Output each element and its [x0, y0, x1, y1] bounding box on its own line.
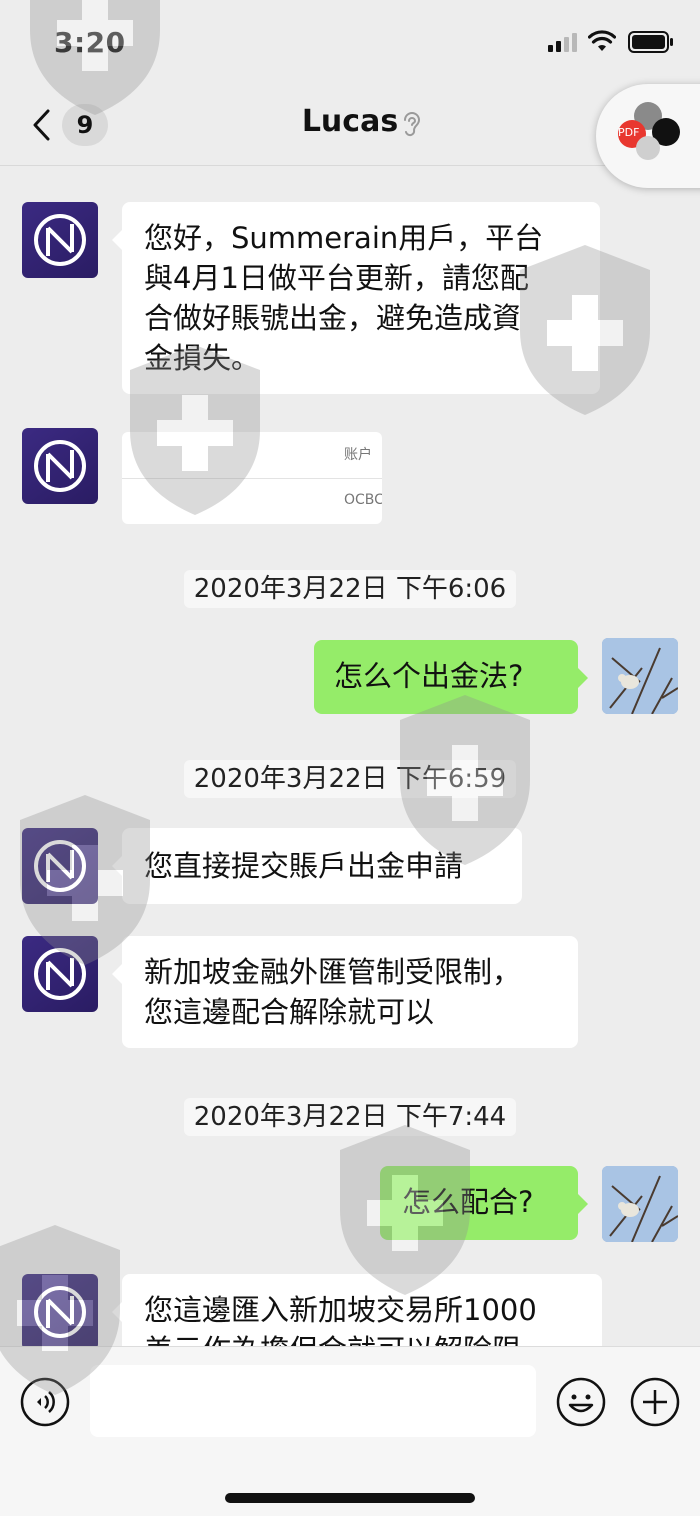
time-stamp: 2020年3月22日 下午6:06	[0, 570, 700, 608]
brand-logo-icon	[34, 948, 86, 1000]
message-text: 新加坡金融外匯管制受限制， 您這邊配合解除就可以	[144, 955, 522, 1029]
incoming-message[interactable]: 您這邊匯入新加坡交易所1000 美元作為擔保金就可以解除限	[112, 1274, 602, 1346]
my-avatar[interactable]	[602, 638, 678, 714]
brand-logo-icon	[34, 440, 86, 492]
time-stamp: 2020年3月22日 下午7:44	[0, 1098, 700, 1136]
time-stamp-text: 2020年3月22日 下午7:44	[183, 1098, 517, 1136]
ear-icon	[404, 112, 421, 137]
contact-avatar[interactable]	[22, 202, 98, 278]
emoji-icon[interactable]	[556, 1377, 606, 1427]
chat-title[interactable]: Lucas	[0, 104, 700, 139]
time-stamp-text: 2020年3月22日 下午6:06	[183, 570, 517, 608]
image-label-account: 账户	[344, 447, 372, 463]
bird-photo-icon	[602, 638, 678, 714]
time-stamp: 2020年3月22日 下午6:59	[0, 760, 700, 798]
message-text: 您好，Summerain用戶，平台 與4月1日做平台更新，請您配 合做好賬號出金…	[144, 221, 544, 375]
battery-icon	[628, 31, 673, 53]
home-indicator[interactable]	[225, 1493, 475, 1503]
chat-nav-bar: 9 Lucas PDF	[0, 84, 700, 188]
incoming-message[interactable]: 新加坡金融外匯管制受限制， 您這邊配合解除就可以	[112, 936, 578, 1048]
message-text: 怎么个出金法?	[334, 659, 524, 693]
contact-avatar[interactable]	[22, 428, 98, 504]
signal-icon	[548, 33, 577, 52]
message-input[interactable]	[90, 1365, 536, 1437]
message-text: 怎么配合?	[402, 1185, 534, 1219]
voice-icon[interactable]	[20, 1377, 70, 1427]
incoming-message[interactable]: 您直接提交賬戶出金申請	[112, 828, 522, 904]
plus-icon[interactable]	[630, 1377, 680, 1427]
brand-logo-icon	[34, 1286, 86, 1338]
image-label-bank: OCBC	[344, 492, 382, 508]
floating-pdf-label: PDF	[618, 126, 640, 139]
image-divider	[122, 478, 382, 479]
status-bar: 3:20	[0, 0, 700, 84]
incoming-message[interactable]: 您好，Summerain用戶，平台 與4月1日做平台更新，請您配 合做好賬號出金…	[112, 202, 600, 394]
brand-logo-icon	[34, 840, 86, 892]
bird-photo-icon	[602, 1166, 678, 1242]
wifi-icon	[588, 30, 616, 51]
time-stamp-text: 2020年3月22日 下午6:59	[183, 760, 517, 798]
image-message[interactable]: 账户 OCBC	[122, 432, 382, 524]
outgoing-message[interactable]: 怎么配合?	[380, 1166, 588, 1240]
contact-avatar[interactable]	[22, 828, 98, 904]
message-text: 您直接提交賬戶出金申請	[144, 849, 464, 883]
message-text: 您這邊匯入新加坡交易所1000 美元作為擔保金就可以解除限	[144, 1293, 537, 1346]
outgoing-message[interactable]: 怎么个出金法?	[314, 640, 588, 714]
contact-avatar[interactable]	[22, 936, 98, 1012]
my-avatar[interactable]	[602, 1166, 678, 1242]
brand-logo-icon	[34, 214, 86, 266]
input-bar	[0, 1346, 700, 1516]
status-time: 3:20	[54, 26, 126, 59]
contact-avatar[interactable]	[22, 1274, 98, 1346]
chat-message-list[interactable]: 您好，Summerain用戶，平台 與4月1日做平台更新，請您配 合做好賬號出金…	[0, 166, 700, 1346]
